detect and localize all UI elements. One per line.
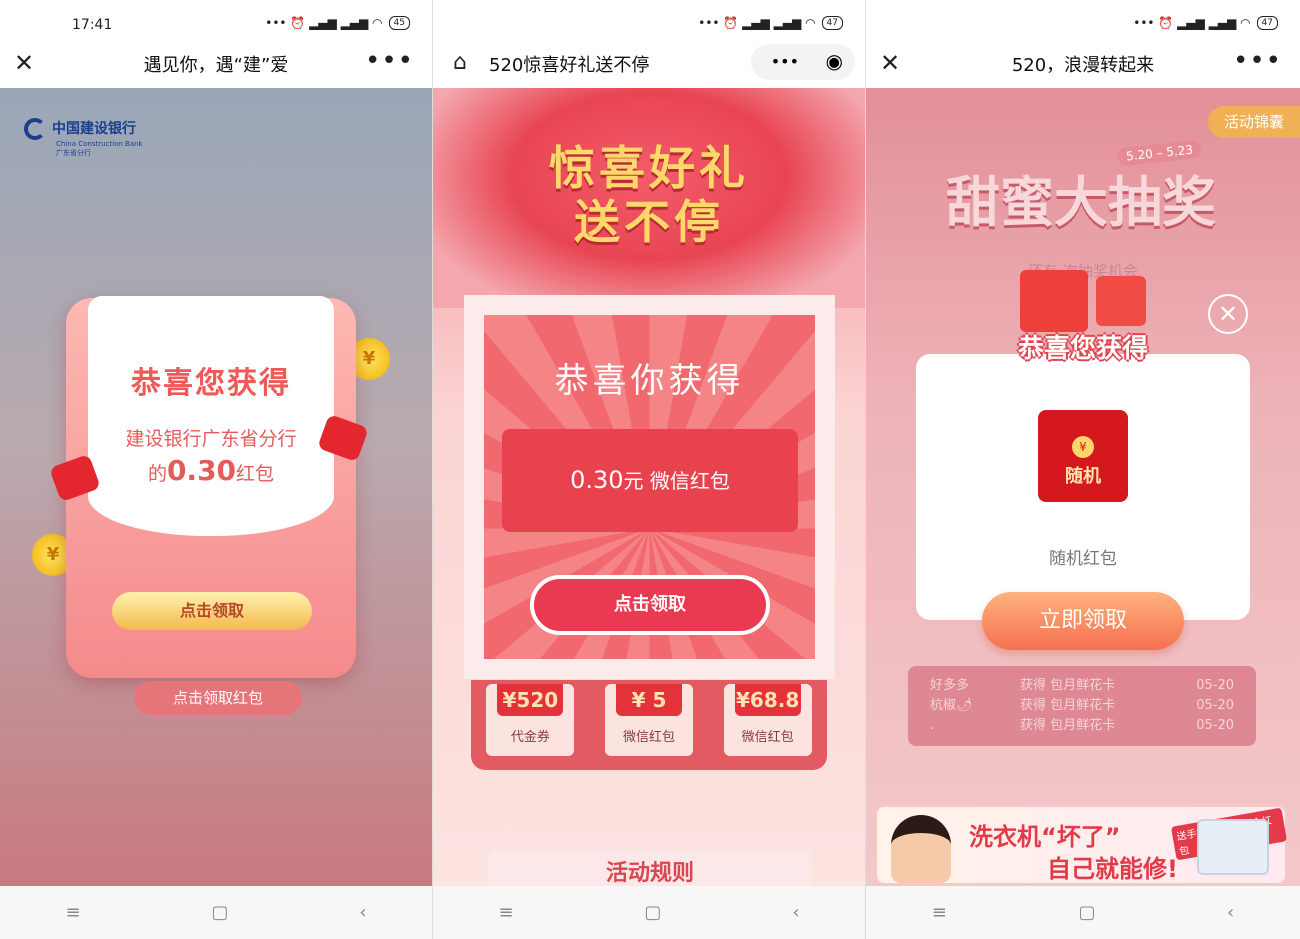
target-icon[interactable]: ◉	[826, 49, 843, 73]
banner-line1: 洗衣机“坏了”	[969, 823, 1121, 851]
claim-button[interactable]: 点击领取	[112, 592, 312, 630]
reward-heading: 恭喜您获得	[131, 366, 291, 401]
washing-machine-icon	[1197, 819, 1269, 875]
reward-unit: 元 微信红包	[623, 469, 730, 493]
lottery-title: 甜蜜大抽奖	[946, 171, 1216, 234]
home-icon[interactable]: ▢	[1078, 902, 1095, 923]
system-nav: ≡ ▢ ‹	[0, 886, 432, 939]
back-icon[interactable]: ‹	[792, 902, 799, 923]
reward-amount: 0.30	[166, 454, 237, 487]
home-icon[interactable]: ▢	[211, 902, 228, 923]
bank-branch: 广东省分行	[56, 149, 91, 157]
menu-icon[interactable]: ≡	[932, 902, 947, 923]
reward-line1: 建设银行广东省分行	[125, 428, 297, 450]
reward-line2: 的0.30红包	[147, 454, 275, 487]
phone-screen-2: ••• ⏰ ▂▄▆ ▂▄▆ ◠ 47 ⌂ 520惊喜好礼送不停 ••• ◉ 惊喜…	[433, 0, 866, 939]
phone-screen-3: ••• ⏰ ▂▄▆ ▂▄▆ ◠ 47 ✕ 520，浪漫转起来 ••• 活动锦囊 …	[866, 0, 1300, 939]
reward-heading: 恭喜你获得	[554, 361, 745, 401]
winner-row: 好多多 获得 包月鲜花卡 05-20	[930, 678, 1234, 693]
rules-button[interactable]: 活动规则	[489, 850, 811, 886]
signal-icon: ••• ⏰ ▂▄▆ ▂▄▆ ◠	[1133, 16, 1251, 30]
reward-popup: 恭喜您获得 ¥ 随机 随机红包	[916, 270, 1250, 620]
coupon-list: ¥520 代金券 ¥ 5 微信红包 ¥68.8 微信红包	[471, 680, 827, 770]
signal-icon: ••• ⏰ ▂▄▆ ▂▄▆ ◠	[265, 16, 383, 30]
activity-tips-tab[interactable]: 活动锦囊	[1208, 106, 1300, 138]
bank-name: 中国建设银行	[52, 121, 136, 137]
content-area: 惊喜好礼 送不停 ¥520 代金券 ¥ 5 微信红包 ¥68.8 微信红包 恭喜…	[433, 88, 865, 886]
nav-bar: ✕ 遇见你，遇“建”爱 •••	[0, 40, 432, 88]
more-icon[interactable]: •••	[1233, 46, 1282, 76]
coupon-value: ¥ 5	[615, 684, 682, 716]
home-icon[interactable]: ⌂	[453, 52, 467, 74]
nav-bar: ✕ 520，浪漫转起来 •••	[866, 40, 1300, 88]
reward-card: 恭喜您获得 建设银行广东省分行 的0.30红包	[88, 296, 334, 536]
battery-icon: 45	[388, 16, 410, 30]
claim-button[interactable]: 立即领取	[982, 592, 1184, 650]
status-icons: ••• ⏰ ▂▄▆ ▂▄▆ ◠ 47	[1133, 16, 1278, 30]
gift-icon	[1020, 260, 1146, 332]
reward-modal: 恭喜你获得 0.30元 微信红包 点击领取	[464, 295, 835, 679]
status-icons: ••• ⏰ ▂▄▆ ▂▄▆ ◠ 45	[265, 16, 410, 30]
status-icons: ••• ⏰ ▂▄▆ ▂▄▆ ◠ 47	[698, 16, 843, 30]
bank-logo: 中国建设银行 China Construction Bank 广东省分行	[24, 118, 143, 158]
back-icon[interactable]: ‹	[1227, 902, 1234, 923]
reward-amount-box: 0.30元 微信红包	[502, 429, 798, 532]
status-bar: 17:41 ••• ⏰ ▂▄▆ ▂▄▆ ◠ 45	[0, 0, 432, 40]
winners-list: 好多多 获得 包月鲜花卡 05-20 杭椒🌶 获得 包月鲜花卡 05-20 . 获得 包月…	[908, 666, 1256, 746]
coupon-value: ¥68.8	[734, 684, 801, 716]
claim-redpacket-button[interactable]: 点击领取红包	[134, 681, 302, 715]
more-icon[interactable]: •••	[365, 46, 414, 76]
status-bar: ••• ⏰ ▂▄▆ ▂▄▆ ◠ 47	[866, 0, 1300, 40]
system-nav: ≡ ▢ ‹	[433, 886, 865, 939]
phone-screen-1: 17:41 ••• ⏰ ▂▄▆ ▂▄▆ ◠ 45 ✕ 遇见你，遇“建”爱 •••…	[0, 0, 433, 939]
battery-icon: 47	[821, 16, 843, 30]
home-icon[interactable]: ▢	[644, 902, 661, 923]
coupon-label: 微信红包	[622, 730, 675, 745]
coupon-item[interactable]: ¥520 代金券	[486, 684, 575, 756]
banner-line2: 自己就能修!	[1047, 855, 1178, 883]
claim-button[interactable]: 点击领取	[530, 575, 770, 635]
ad-banner[interactable]: 洗衣机“坏了” 自己就能修! 送手机 鲜花卡 现金红包	[874, 804, 1288, 886]
winner-row: . 获得 包月鲜花卡 05-20	[930, 718, 1234, 733]
envelope-text: 随机	[1065, 466, 1101, 487]
winner-row: 杭椒🌶 获得 包月鲜花卡 05-20	[930, 698, 1234, 713]
reward-label: 随机红包	[1049, 549, 1117, 569]
nav-bar: ⌂ 520惊喜好礼送不停 ••• ◉	[433, 40, 865, 88]
system-nav: ≡ ▢ ‹	[866, 886, 1300, 939]
yuan-icon: ¥	[1072, 436, 1094, 458]
red-envelope-card: 恭喜您获得 建设银行广东省分行 的0.30红包 点击领取	[66, 296, 356, 678]
bank-logo-icon	[24, 118, 46, 140]
hero-banner: 惊喜好礼 送不停	[433, 88, 865, 308]
coupon-value: ¥520	[497, 684, 564, 716]
menu-icon[interactable]: ≡	[65, 902, 80, 923]
menu-icon[interactable]: ≡	[498, 902, 513, 923]
back-icon[interactable]: ‹	[359, 902, 366, 923]
coupon-item[interactable]: ¥68.8 微信红包	[723, 684, 812, 756]
bank-en: China Construction Bank	[56, 140, 143, 148]
red-envelope-icon: ¥ 随机	[1038, 410, 1128, 502]
more-icon[interactable]: •••	[771, 52, 799, 71]
content-area: 活动锦囊 甜蜜大抽奖 5.20 – 5.23 还有 次抽奖机会 ✕ 恭喜您获得 …	[866, 88, 1300, 886]
coupon-label: 代金券	[510, 730, 550, 745]
coupon-label: 微信红包	[741, 730, 794, 745]
reward-modal-inner: 恭喜你获得 0.30元 微信红包 点击领取	[484, 315, 815, 659]
status-time: 17:41	[72, 17, 113, 33]
status-bar: ••• ⏰ ▂▄▆ ▂▄▆ ◠ 47	[433, 0, 865, 40]
content-area: 中国建设银行 China Construction Bank 广东省分行 ¥ ¥…	[0, 88, 432, 886]
girl-illustration-icon	[891, 815, 951, 883]
coupon-item[interactable]: ¥ 5 微信红包	[604, 684, 693, 756]
reward-amount: 0.30	[570, 466, 624, 494]
hero-line2: 送不停	[574, 195, 724, 249]
reward-heading: 恭喜您获得	[1017, 334, 1148, 364]
signal-icon: ••• ⏰ ▂▄▆ ▂▄▆ ◠	[698, 16, 816, 30]
battery-icon: 47	[1256, 16, 1278, 30]
